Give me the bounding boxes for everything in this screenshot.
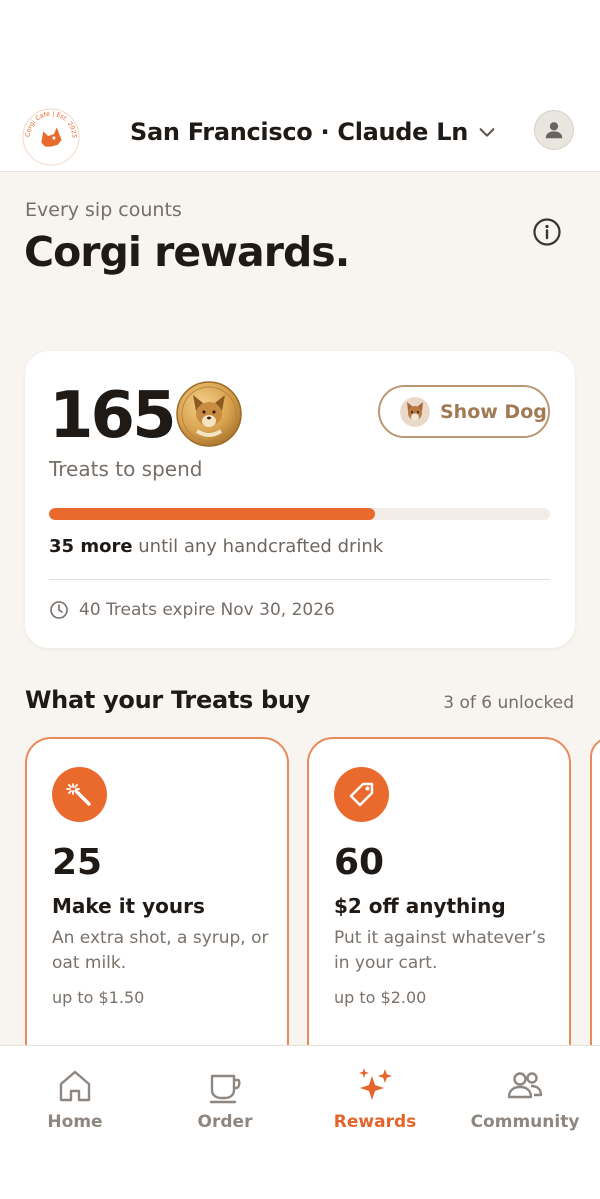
reward-name: Make it yours (52, 894, 205, 918)
corgi-cafe-logo[interactable]: Corgi Cafe | Est. 2025 (22, 108, 80, 166)
location-name: San Francisco · Claude Ln (130, 118, 468, 146)
progress-bar (49, 508, 550, 520)
show-dog-button[interactable]: Show Dog (378, 385, 550, 438)
page-title: Corgi rewards. (24, 228, 350, 276)
dog-avatar-icon (400, 396, 430, 427)
cup-icon (209, 1074, 241, 1104)
reward-cap: up to $2.00 (334, 988, 427, 1007)
reward-icon-badge (334, 767, 389, 822)
status-bar (0, 0, 600, 100)
sparkles-icon (359, 1068, 392, 1100)
treats-balance-card: 165 Treats to spend Show Dog 35 more unt… (25, 351, 575, 648)
reward-cost: 60 (334, 842, 385, 883)
expiry-text: 40 Treats expire Nov 30, 2026 (79, 600, 335, 620)
reward-cap: up to $1.50 (52, 988, 145, 1007)
reward-card-make-it-yours[interactable]: 25 Make it yours An extra shot, a syrup,… (25, 737, 289, 1045)
tab-home[interactable]: Home (0, 1066, 150, 1136)
reward-icon-badge (52, 767, 107, 822)
progress-goal: until any handcrafted drink (138, 536, 384, 557)
profile-avatar[interactable] (534, 110, 574, 150)
tag-icon (349, 782, 373, 806)
card-divider (49, 579, 550, 580)
progress-bar-fill (49, 508, 375, 520)
tab-rewards[interactable]: Rewards (300, 1066, 450, 1136)
reward-cost: 25 (52, 842, 103, 883)
location-selector[interactable]: San Francisco · Claude Ln (130, 115, 498, 149)
corgi-coin-icon (176, 381, 242, 447)
tab-label: Community (470, 1112, 580, 1132)
clock-icon (50, 601, 68, 619)
section-title: What your Treats buy (25, 686, 311, 714)
show-dog-label: Show Dog (440, 400, 547, 423)
info-icon[interactable] (532, 217, 562, 247)
reward-description: An extra shot, a syrup, or oat milk. (52, 928, 269, 973)
expiry-row: 40 Treats expire Nov 30, 2026 (49, 600, 335, 620)
home-icon (59, 1070, 91, 1102)
progress-remaining: 35 more (49, 536, 133, 557)
tab-label: Home (47, 1112, 103, 1132)
people-icon (507, 1072, 543, 1099)
rewards-page: Every sip counts Corgi rewards. 165 Trea… (0, 172, 600, 1045)
treats-balance: 165 (49, 379, 177, 453)
reward-card-next-peek[interactable] (590, 737, 600, 1045)
reward-card-2-off[interactable]: 60 $2 off anything Put it against whatev… (307, 737, 571, 1045)
page-eyebrow: Every sip counts (25, 199, 182, 221)
chevron-down-icon (479, 128, 495, 137)
bottom-tab-bar: Home Order Rewards Community (0, 1045, 600, 1199)
tab-community[interactable]: Community (450, 1066, 600, 1136)
user-icon (545, 122, 563, 139)
progress-caption: 35 more until any handcrafted drink (49, 536, 383, 557)
treats-balance-label: Treats to spend (49, 457, 203, 481)
tab-label: Rewards (333, 1112, 417, 1132)
tab-order[interactable]: Order (150, 1066, 300, 1136)
unlocked-count: 3 of 6 unlocked (443, 693, 574, 713)
magic-wand-icon (65, 782, 91, 806)
tab-label: Order (197, 1112, 253, 1132)
reward-description: Put it against whatever’s in your cart. (334, 928, 546, 973)
reward-name: $2 off anything (334, 894, 506, 918)
app-header: Corgi Cafe | Est. 2025 San Francisco · C… (0, 100, 600, 172)
